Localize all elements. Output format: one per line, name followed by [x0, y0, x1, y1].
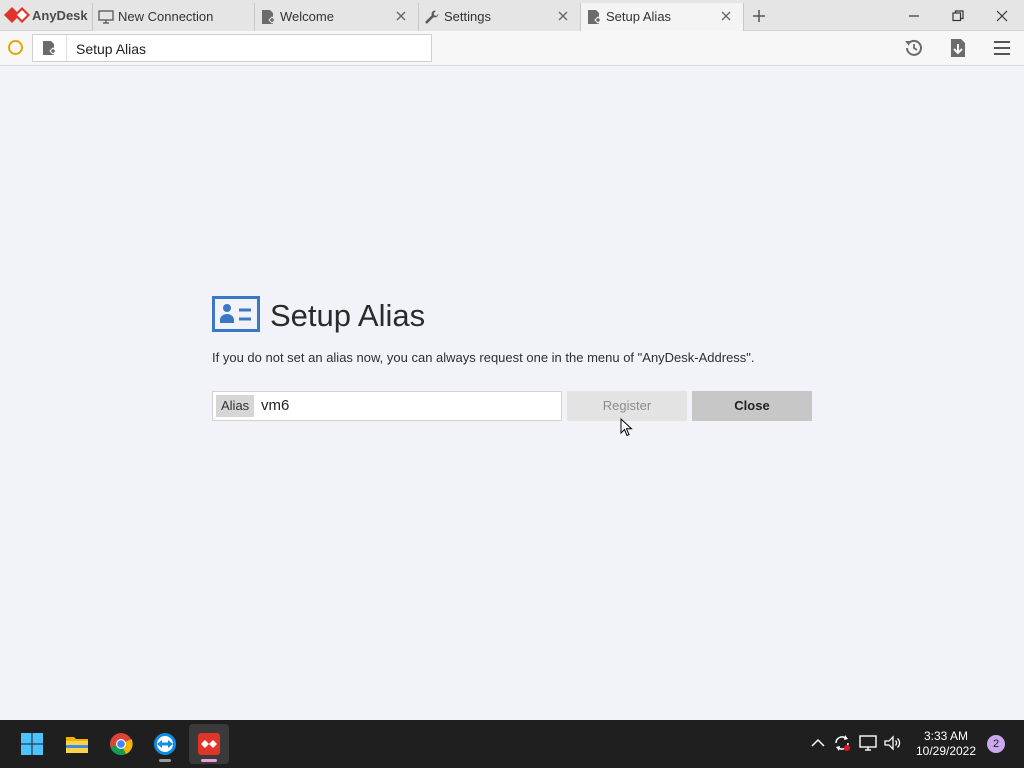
- notification-badge[interactable]: 2: [987, 735, 1005, 753]
- history-icon[interactable]: [903, 37, 925, 59]
- anydesk-doc-icon: [262, 10, 276, 24]
- connection-status-icon: [8, 40, 23, 55]
- address-icon-box: [33, 35, 67, 61]
- file-explorer-icon: [66, 737, 88, 753]
- teamviewer-button[interactable]: [145, 724, 185, 764]
- address-value: Setup Alias: [76, 41, 147, 57]
- alias-label: Alias: [216, 395, 255, 417]
- chrome-icon: [110, 733, 133, 756]
- close-icon[interactable]: [394, 9, 408, 23]
- alias-value: vm6: [261, 397, 290, 414]
- network-icon[interactable]: [858, 733, 878, 753]
- chrome-button[interactable]: [101, 724, 141, 764]
- sync-alert-icon[interactable]: [832, 733, 852, 753]
- mouse-cursor-icon: [620, 418, 633, 437]
- tab-setup-alias[interactable]: Setup Alias: [580, 3, 744, 31]
- wrench-icon: [425, 10, 439, 24]
- clock-time: 3:33 AM: [923, 729, 969, 743]
- minimize-icon: [909, 15, 919, 17]
- download-icon[interactable]: [947, 37, 969, 59]
- tab-label: Settings: [444, 9, 491, 24]
- anydesk-logo-icon: [4, 7, 30, 23]
- page-description: If you do not set an alias now, you can …: [212, 350, 755, 365]
- close-icon[interactable]: [556, 9, 570, 23]
- monitor-icon: [98, 10, 114, 24]
- anydesk-doc-icon: [588, 10, 602, 24]
- chevron-up-icon[interactable]: [808, 733, 828, 753]
- address-bar: Setup Alias: [0, 31, 1024, 66]
- menu-icon[interactable]: [991, 37, 1013, 59]
- tab-settings[interactable]: Settings: [418, 3, 580, 31]
- windows-start-button[interactable]: [12, 724, 52, 764]
- anydesk-taskbar-button[interactable]: [189, 724, 229, 764]
- anydesk-doc-icon: [43, 41, 57, 55]
- restore-icon: [952, 10, 964, 22]
- active-indicator: [201, 759, 217, 762]
- title-bar: AnyDesk New Connection Welcome Settings: [0, 0, 1024, 31]
- volume-icon[interactable]: [883, 733, 903, 753]
- restore-button[interactable]: [936, 0, 980, 31]
- app-name: AnyDesk: [32, 8, 88, 23]
- close-button[interactable]: Close: [692, 391, 812, 421]
- close-icon[interactable]: [719, 9, 733, 23]
- tab-label: Setup Alias: [606, 9, 672, 24]
- anydesk-icon: [198, 733, 220, 755]
- close-icon: [996, 10, 1008, 22]
- taskbar-clock[interactable]: 3:33 AM 10/29/2022: [906, 729, 986, 759]
- new-tab-plus-icon[interactable]: [750, 7, 768, 25]
- file-explorer-button[interactable]: [57, 724, 97, 764]
- tab-welcome[interactable]: Welcome: [254, 3, 418, 31]
- tab-label: New Connection: [118, 9, 214, 24]
- minimize-button[interactable]: [892, 0, 936, 31]
- register-button[interactable]: Register: [567, 391, 687, 421]
- window-close-button[interactable]: [980, 0, 1024, 31]
- alias-input[interactable]: Alias vm6: [212, 391, 562, 421]
- alias-id-card-icon: [212, 296, 260, 332]
- page-title: Setup Alias: [270, 298, 426, 333]
- address-input[interactable]: Setup Alias: [32, 34, 432, 62]
- tab-new-connection[interactable]: New Connection: [92, 3, 254, 31]
- app-brand[interactable]: AnyDesk: [0, 0, 92, 31]
- clock-date: 10/29/2022: [915, 744, 977, 758]
- windows-start-icon: [21, 733, 43, 755]
- running-indicator: [159, 759, 171, 762]
- teamviewer-icon: [154, 733, 176, 755]
- tab-label: Welcome: [280, 9, 334, 24]
